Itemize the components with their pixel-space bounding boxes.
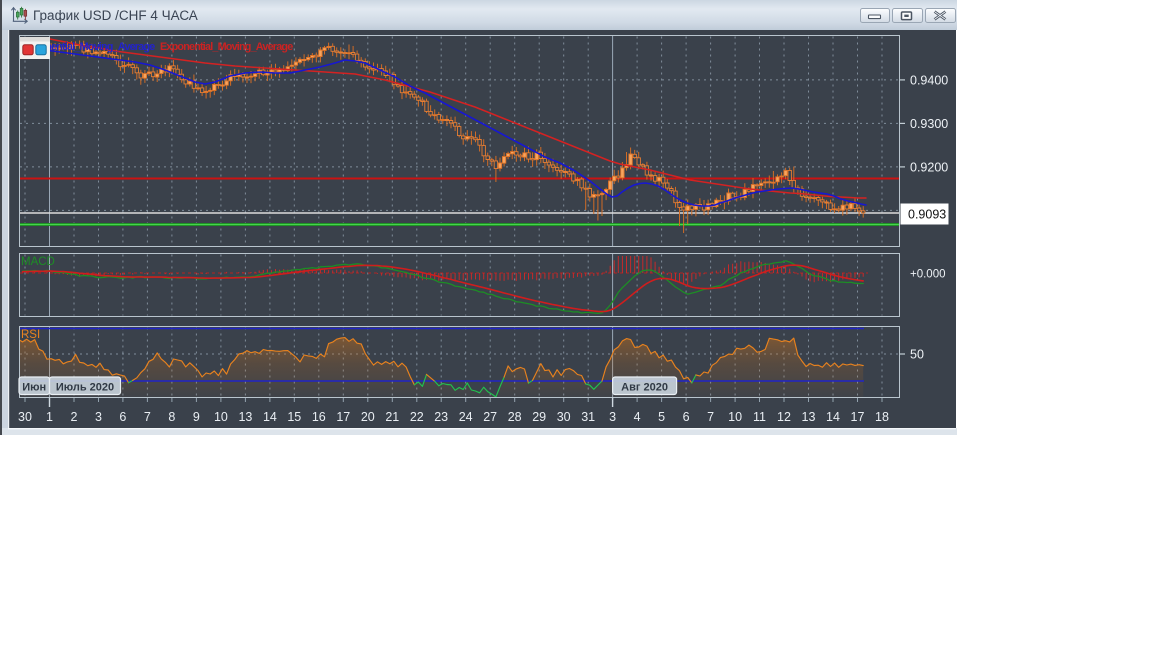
svg-text:Exponential_Moving_Average: Exponential_Moving_Average — [160, 41, 293, 53]
svg-text:13: 13 — [802, 410, 816, 424]
svg-text:3: 3 — [609, 410, 616, 424]
svg-text:28: 28 — [508, 410, 522, 424]
svg-text:27: 27 — [483, 410, 497, 424]
svg-text:15: 15 — [287, 410, 301, 424]
svg-text:6: 6 — [683, 410, 690, 424]
svg-text:20: 20 — [361, 410, 375, 424]
svg-text:0.9093: 0.9093 — [908, 208, 946, 222]
svg-text:30: 30 — [18, 410, 32, 424]
svg-text:7: 7 — [144, 410, 151, 424]
svg-text:9: 9 — [193, 410, 200, 424]
svg-text:23: 23 — [434, 410, 448, 424]
svg-text:12: 12 — [777, 410, 791, 424]
svg-text:2: 2 — [71, 410, 78, 424]
svg-text:14: 14 — [826, 410, 840, 424]
svg-text:30: 30 — [557, 410, 571, 424]
svg-text:1: 1 — [46, 410, 53, 424]
svg-text:10: 10 — [214, 410, 228, 424]
svg-text:MACD: MACD — [21, 256, 55, 268]
svg-text:5: 5 — [658, 410, 665, 424]
svg-text:10: 10 — [728, 410, 742, 424]
svg-text:17: 17 — [851, 410, 865, 424]
svg-text:14: 14 — [263, 410, 277, 424]
svg-text:50: 50 — [910, 348, 924, 362]
svg-text:13: 13 — [238, 410, 252, 424]
svg-text:17: 17 — [336, 410, 350, 424]
svg-text:0.9400: 0.9400 — [910, 73, 948, 87]
svg-text:31: 31 — [581, 410, 595, 424]
svg-text:22: 22 — [410, 410, 424, 424]
svg-text:Июн: Июн — [22, 382, 46, 394]
svg-text:21: 21 — [385, 410, 399, 424]
svg-text:18: 18 — [875, 410, 889, 424]
svg-text:Авг 2020: Авг 2020 — [621, 382, 668, 394]
svg-text:+0.000: +0.000 — [910, 269, 946, 281]
svg-text:0.9200: 0.9200 — [910, 160, 948, 174]
svg-text:16: 16 — [312, 410, 326, 424]
svg-text:3: 3 — [95, 410, 102, 424]
svg-text:Июль 2020: Июль 2020 — [56, 382, 114, 394]
svg-text:4: 4 — [634, 410, 641, 424]
svg-text:0.9300: 0.9300 — [910, 117, 948, 131]
svg-text:7: 7 — [707, 410, 714, 424]
svg-text:8: 8 — [168, 410, 175, 424]
svg-text:24: 24 — [459, 410, 473, 424]
svg-text:График USD /CHF 4 ЧАСА: График USD /CHF 4 ЧАСА — [33, 8, 198, 23]
svg-text:RSI: RSI — [21, 329, 40, 341]
svg-text:6: 6 — [119, 410, 126, 424]
svg-text:29: 29 — [532, 410, 546, 424]
svg-text:11: 11 — [753, 410, 766, 424]
